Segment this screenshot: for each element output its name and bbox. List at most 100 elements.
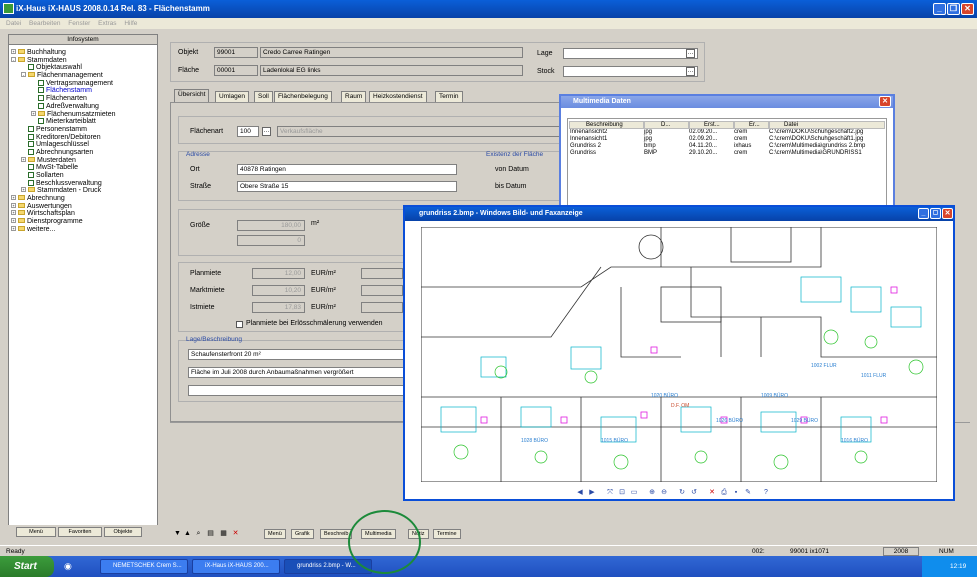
tree-item[interactable]: Umlageschlüssel [11,141,157,149]
viewer-close-button[interactable]: ✕ [942,208,953,219]
lage-lookup-button[interactable]: … [686,49,695,58]
print-icon[interactable]: ⎙ [719,488,729,498]
multimedia-row[interactable]: Innenansicht1 jpg 02.09.20... crem C:\crem\D… [570,136,888,143]
task-ixhaus[interactable]: iX-Haus iX-HAUS 200... [192,559,280,574]
actual-size-icon[interactable]: ⊡ [617,488,627,498]
tab-raum[interactable]: Raum [341,91,367,102]
istmiete-field[interactable]: 17,83 [252,302,305,313]
infosystem-header[interactable]: Infosystem [9,35,157,45]
help-icon[interactable]: ? [761,488,771,498]
edit-icon[interactable]: ✎ [743,488,753,498]
tree-item[interactable]: MwSt-Tabelle [11,164,157,172]
istmiete-extra[interactable] [361,302,403,313]
expand-toggle-icon[interactable]: + [11,49,16,54]
binoculars-icon[interactable]: ⌕ [195,530,202,538]
tab-termin[interactable]: Termin [435,91,463,102]
tab-flaechenbelegung[interactable]: Flächenbelegung [274,91,332,102]
tab-heizkostendienst[interactable]: Heizkostendienst [369,91,427,102]
grafik-button[interactable]: Grafik [291,529,314,539]
tree-item[interactable]: Vertragsmanagement [11,79,157,88]
tab-objekte[interactable]: Objekte [104,527,142,537]
stock-lookup-button[interactable]: … [686,67,695,76]
task-nemetschek[interactable]: NEMETSCHEK Crem S... [100,559,188,574]
close-button[interactable]: ✕ [961,3,974,15]
groesse-field-2[interactable]: 0 [237,235,305,246]
expand-toggle-icon[interactable]: - [11,56,16,62]
zoom-in-icon[interactable]: ⊕ [647,488,657,498]
print-icon[interactable]: ▦ [220,530,227,538]
objekt-nr-field[interactable]: 99001 [214,47,258,58]
tree-item[interactable]: Mieterkarteiblatt [11,118,157,126]
menu-hilfe[interactable]: Hilfe [124,20,137,27]
groesse-field[interactable]: 180,00 [237,220,305,231]
down-arrow-icon[interactable]: ▼ [174,530,181,538]
tree-item[interactable]: + Buchhaltung [11,49,157,57]
col-beschreibung[interactable]: Beschreibung [569,121,644,129]
tree-item[interactable]: Flächenarten [11,95,157,103]
quicklaunch-icon[interactable]: ◉ [64,561,72,572]
tree-item[interactable]: Sollarten [11,172,157,180]
viewer-minimize-button[interactable]: _ [918,208,929,219]
flaeche-nr-field[interactable]: 00001 [214,65,258,76]
flaechenart-lookup-button[interactable]: … [262,127,271,136]
expand-toggle-icon[interactable]: + [11,218,16,224]
tree-item[interactable]: Objektauswahl [11,64,157,72]
save-icon[interactable]: ▪ [731,488,741,498]
expand-toggle-icon[interactable]: + [11,225,16,231]
col-ersteller[interactable]: Er... [734,121,769,129]
tree-item[interactable]: + Auswertungen [11,202,157,211]
flaechenart-field[interactable]: 100 [237,126,259,137]
tab-soll[interactable]: Soll [254,91,273,102]
tree-item[interactable]: Personenstamm [11,125,157,134]
marktmiete-field[interactable]: 10,20 [252,285,305,296]
tree-item[interactable]: + weitere... [11,225,157,234]
tab-menu[interactable]: Menü [16,527,56,537]
expand-toggle-icon[interactable]: + [31,110,36,116]
tree-item[interactable]: Kreditoren/Debitoren [11,133,157,142]
expand-toggle-icon[interactable]: + [21,187,26,193]
zoom-out-icon[interactable]: ⊖ [659,488,669,498]
multimedia-row[interactable]: Grundriss 2 bmp 04.11.20... ixhaus C:\crem\M… [570,143,888,150]
best-fit-icon[interactable]: ⤧ [605,488,615,498]
menu-datei[interactable]: Datei [6,20,21,27]
tree-item[interactable]: + Flächenumsatzmieten [11,110,157,119]
delete-icon[interactable]: ✕ [232,530,239,538]
planmiete-field[interactable]: 12,00 [252,268,305,279]
expand-toggle-icon[interactable]: + [11,210,16,216]
multimedia-row[interactable]: Innenansicht2 jpg 02.09.20... crem C:\crem\D… [570,129,888,136]
menu-extras[interactable]: Extras [98,20,116,27]
tree-item[interactable]: + Musterdaten [11,156,157,165]
menu-button[interactable]: Menü [264,529,286,539]
tree-item[interactable]: Abrechnungsarten [11,148,157,157]
rotate-counterclockwise-icon[interactable]: ↺ [689,488,699,498]
tree-item[interactable]: + Stammdaten - Druck [11,187,157,195]
tree-item[interactable]: Adreßverwaltung [11,102,157,111]
objekt-name-field[interactable]: Credo Carree Ratingen [260,47,523,58]
start-button[interactable]: Start [0,556,54,577]
tree-item[interactable]: Flächenstamm [11,87,157,96]
strasse-field[interactable]: Obere Straße 15 [237,181,457,192]
tree-item[interactable]: - Stammdaten [11,56,157,65]
ort-field[interactable]: 40878 Ratingen [237,164,457,175]
document-icon[interactable]: ▤ [207,530,214,538]
viewer-maximize-button[interactable]: ▢ [930,208,941,219]
planmiete-extra[interactable] [361,268,403,279]
tree-item[interactable]: - Flächenmanagement [11,72,157,80]
expand-toggle-icon[interactable]: - [21,72,26,78]
col-dateityp[interactable]: D... [644,121,689,129]
marktmiete-extra[interactable] [361,285,403,296]
menu-fenster[interactable]: Fenster [68,20,90,27]
planmiete-checkbox[interactable] [236,321,243,328]
tree-item[interactable]: + Wirtschaftsplan [11,210,157,218]
up-arrow-icon[interactable]: ▲ [184,530,191,538]
tab-uebersicht[interactable]: Übersicht [174,89,210,102]
stock-field[interactable] [563,66,698,77]
tree-item[interactable]: + Dienstprogramme [11,218,157,226]
tab-umlagen[interactable]: Umlagen [215,91,250,102]
tree-item[interactable]: + Abrechnung [11,195,157,203]
tree-item[interactable]: Beschlussverwaltung [11,179,157,188]
menu-bearbeiten[interactable]: Bearbeiten [29,20,60,27]
col-datei[interactable]: Datei [769,121,885,129]
multimedia-row[interactable]: Grundriss BMP 29.10.20... crem C:\crem\Multi… [570,150,888,157]
restore-button[interactable]: ❐ [947,3,960,15]
